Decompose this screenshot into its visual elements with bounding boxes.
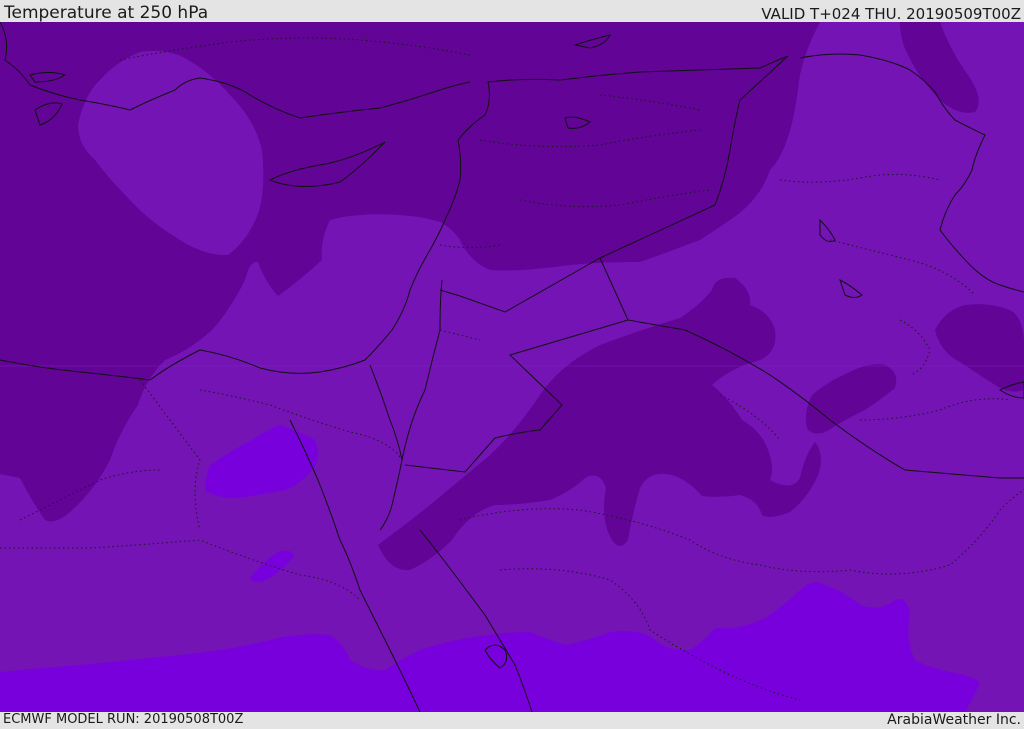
valid-time-label: VALID T+024 THU. 20190509T00Z [761,5,1021,23]
model-run-label: ECMWF MODEL RUN: 20190508T00Z [3,712,244,727]
footer-bar: ECMWF MODEL RUN: 20190508T00Z ArabiaWeat… [0,712,1024,729]
map-title: Temperature at 250 hPa [4,3,209,23]
header-bar: Temperature at 250 hPa VALID T+024 THU. … [0,0,1024,23]
map-area[interactable] [0,22,1024,712]
credit-label: ArabiaWeather Inc. [887,712,1021,728]
